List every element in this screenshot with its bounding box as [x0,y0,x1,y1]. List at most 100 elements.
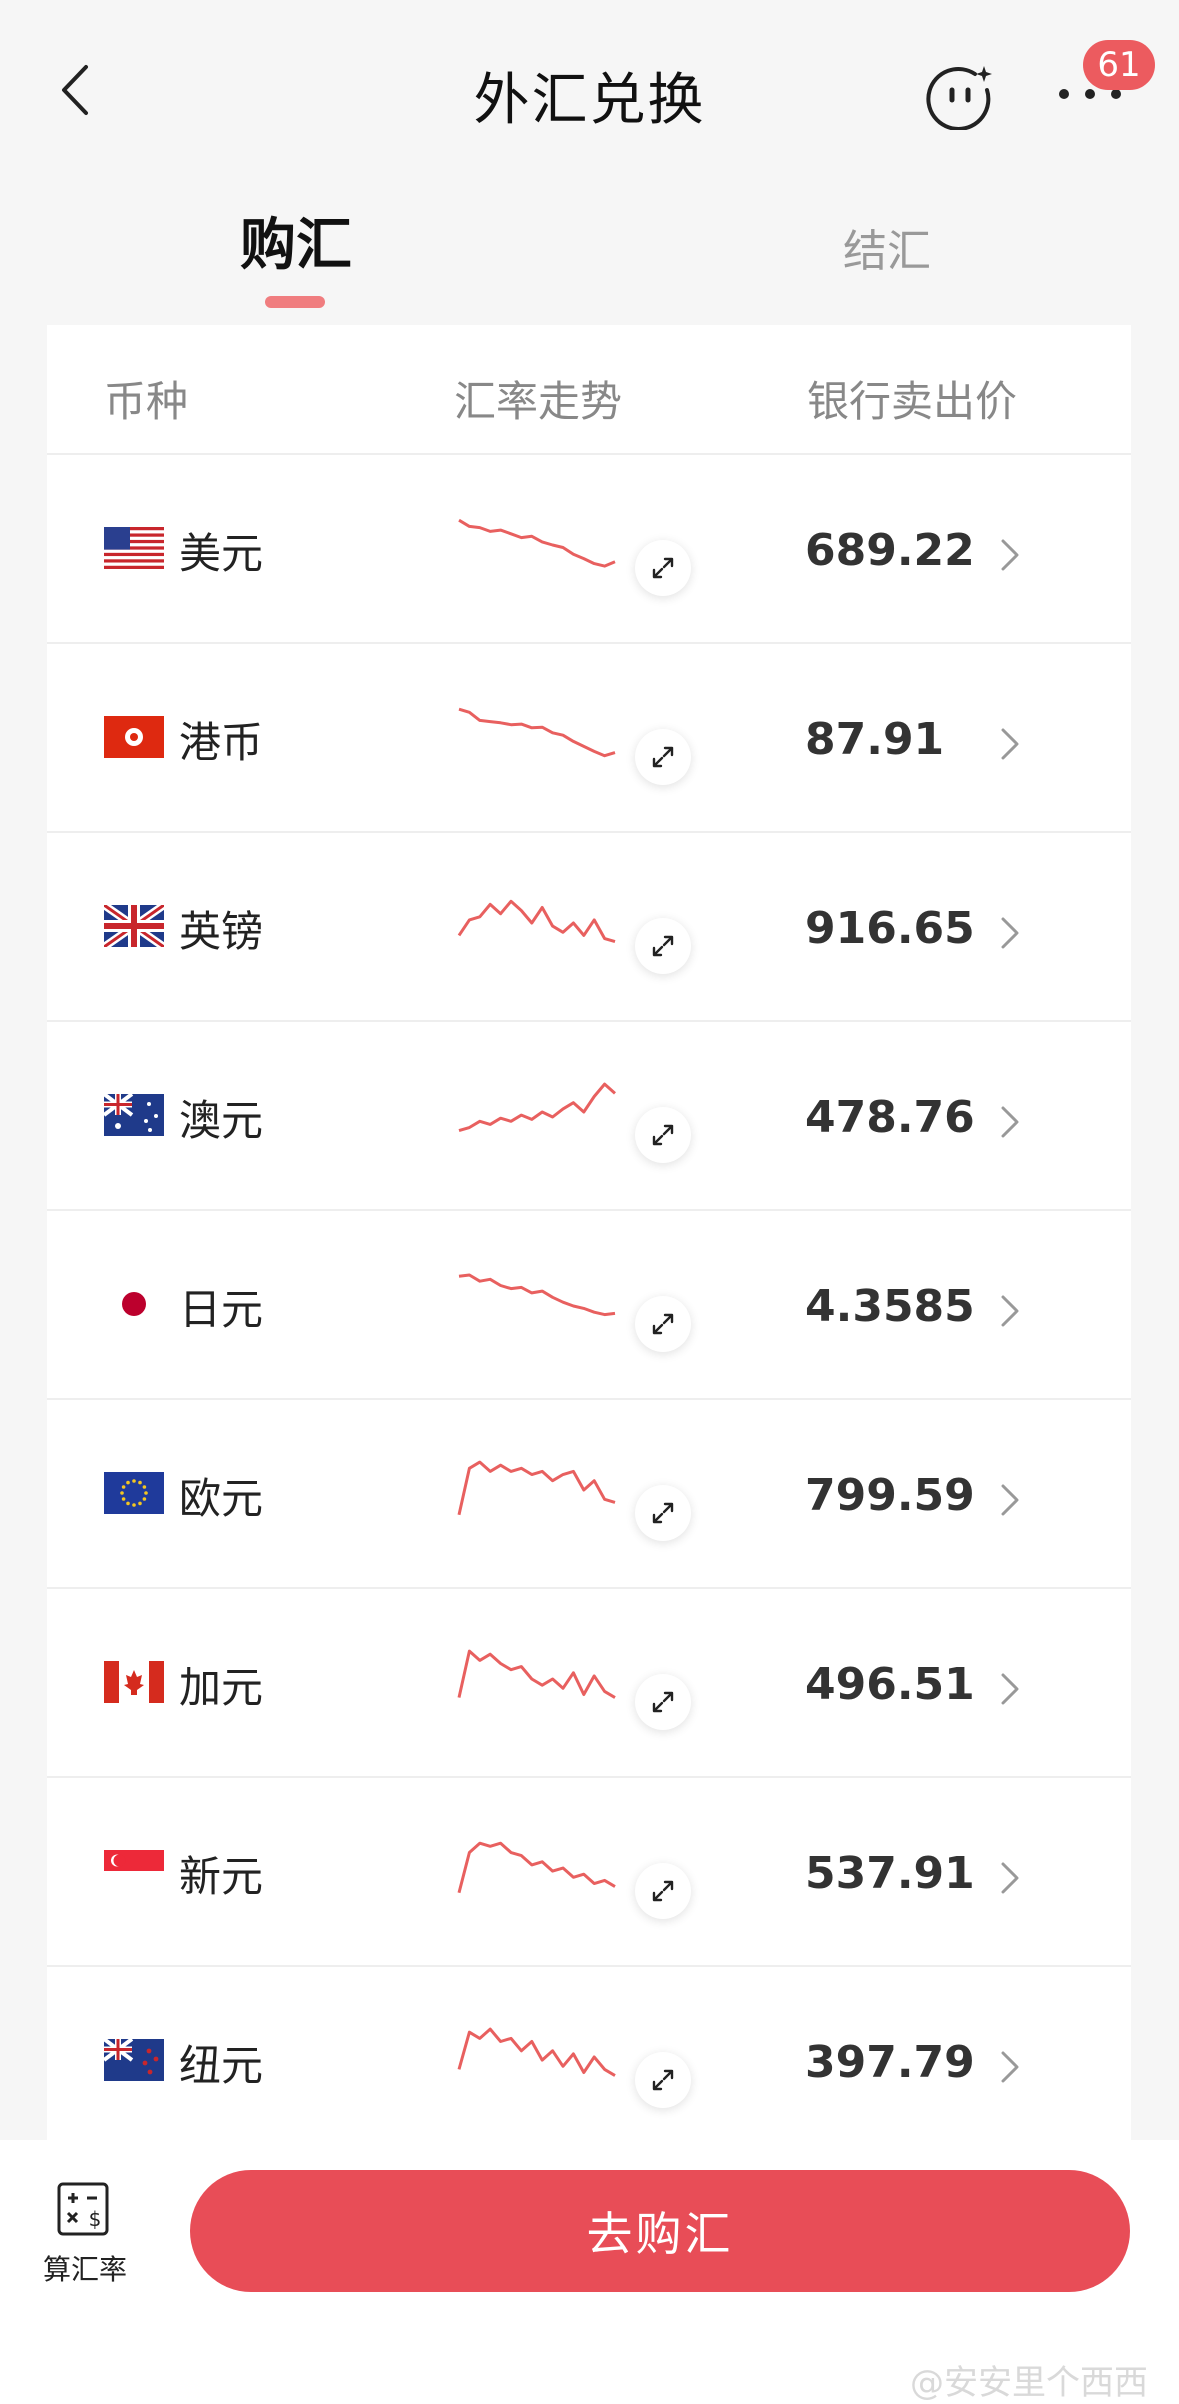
jp-flag-icon [104,1283,164,1325]
header-currency: 币种 [104,377,189,426]
row-arrow [995,1480,1025,1520]
header-trend: 汇率走势 [454,377,623,426]
sell-price: 689.22 [805,525,975,576]
expand-chart-button[interactable] [635,1863,691,1919]
go-buy-forex-button[interactable]: 去购汇 [190,2170,1130,2292]
chevron-right-icon [1001,1673,1019,1705]
expand-icon [652,1691,674,1713]
exchange-rate-table: 币种 汇率走势 银行卖出价 美元 689.22 港币 87.91 英镑 916.65 澳元 4… [47,325,1131,2156]
sell-price: 916.65 [805,903,975,954]
currency-name: 欧元 [179,1474,264,1523]
trend-line [458,707,616,758]
row-arrow [995,1102,1025,1142]
trend-line [458,518,616,568]
currency-row[interactable]: 美元 689.22 [47,455,1131,644]
trend-line [457,899,616,944]
calc-rate-label: 算汇率 [42,2253,127,2286]
expand-chart-button[interactable] [635,540,691,596]
uk-flag-icon [104,905,164,947]
chevron-right-icon [1001,917,1019,949]
ca-flag-icon [104,1661,164,1703]
watermark: @安安里个西西 [910,2363,1148,2403]
currency-name: 新元 [179,1852,264,1901]
chevron-right-icon [1001,2051,1019,2083]
page-title: 外汇兑换 [473,68,706,133]
chevron-right-icon [1001,1484,1019,1516]
chevron-right-icon [1001,1862,1019,1894]
us-flag-icon [104,527,164,569]
trend-line [457,1649,616,1699]
currency-row[interactable]: 澳元 478.76 [47,1022,1131,1211]
trend-line [458,1273,616,1317]
row-arrow [995,1669,1025,1709]
expand-icon [652,1313,674,1335]
eu-flag-icon [104,1472,164,1514]
currency-name: 纽元 [179,2041,264,2090]
sell-price: 397.79 [805,2037,975,2088]
expand-chart-button[interactable] [635,1674,691,1730]
expand-icon [652,1502,674,1524]
hk-flag-icon [104,716,164,758]
expand-chart-button[interactable] [635,1485,691,1541]
trend-sparkline [457,1841,616,1894]
expand-chart-button[interactable] [635,1296,691,1352]
currency-name: 英镑 [179,907,264,956]
chevron-right-icon [1001,539,1019,571]
chevron-right-icon [1001,1295,1019,1327]
trend-line [457,2027,616,2077]
row-arrow [995,1291,1025,1331]
expand-icon [652,935,674,957]
currency-row[interactable]: 纽元 397.79 [47,1967,1131,2156]
trend-sparkline [458,1082,616,1133]
trend-sparkline [458,707,616,758]
expand-icon [652,1880,674,1902]
row-arrow [995,535,1025,575]
calculator-icon: $ [57,2182,109,2236]
row-arrow [995,724,1025,764]
nz-flag-icon [104,2039,164,2081]
smile-bot-icon [926,66,992,131]
expand-chart-button[interactable] [635,2052,691,2108]
expand-chart-button[interactable] [635,1107,691,1163]
sell-price: 478.76 [805,1092,975,1143]
expand-icon [652,557,674,579]
notification-badge: 61 [1083,40,1155,90]
trend-line [457,1841,616,1894]
tab-buy-forex[interactable]: 购汇 [240,200,352,281]
currency-row[interactable]: 加元 496.51 [47,1589,1131,1778]
currency-row[interactable]: 新元 537.91 [47,1778,1131,1967]
assistant-button[interactable] [925,60,995,131]
nav-bar: 外汇兑换 61 [0,0,1179,180]
row-arrow [995,913,1025,953]
trend-line [458,1082,616,1133]
currency-name: 澳元 [179,1096,264,1145]
expand-icon [652,746,674,768]
trend-sparkline [457,1649,616,1699]
active-tab-indicator [265,296,325,308]
header-price: 银行卖出价 [807,377,1018,426]
currency-row[interactable]: 港币 87.91 [47,644,1131,833]
sell-price: 4.3585 [805,1281,975,1332]
bottom-action-bar: $ 算汇率 去购汇 @安安里个西西 [0,2140,1179,2404]
calc-rate-button[interactable]: $ 算汇率 [30,2180,140,2300]
currency-name: 港币 [179,718,264,767]
table-header: 币种 汇率走势 银行卖出价 [47,325,1131,455]
expand-chart-button[interactable] [635,729,691,785]
expand-icon [652,2069,674,2091]
currency-row[interactable]: 日元 4.3585 [47,1211,1131,1400]
row-arrow [995,2047,1025,2087]
currency-name: 美元 [179,529,264,578]
currency-row[interactable]: 欧元 799.59 [47,1400,1131,1589]
chevron-right-icon [1001,1106,1019,1138]
chevron-right-icon [1001,728,1019,760]
sell-price: 496.51 [805,1659,975,1710]
expand-chart-button[interactable] [635,918,691,974]
trend-sparkline [457,1460,616,1516]
trend-line [457,1460,616,1516]
currency-name: 日元 [179,1285,264,1334]
currency-row[interactable]: 英镑 916.65 [47,833,1131,1022]
expand-icon [652,1124,674,1146]
au-flag-icon [104,1094,164,1136]
trend-sparkline [457,2027,616,2077]
tab-sell-forex[interactable]: 结汇 [843,215,931,279]
